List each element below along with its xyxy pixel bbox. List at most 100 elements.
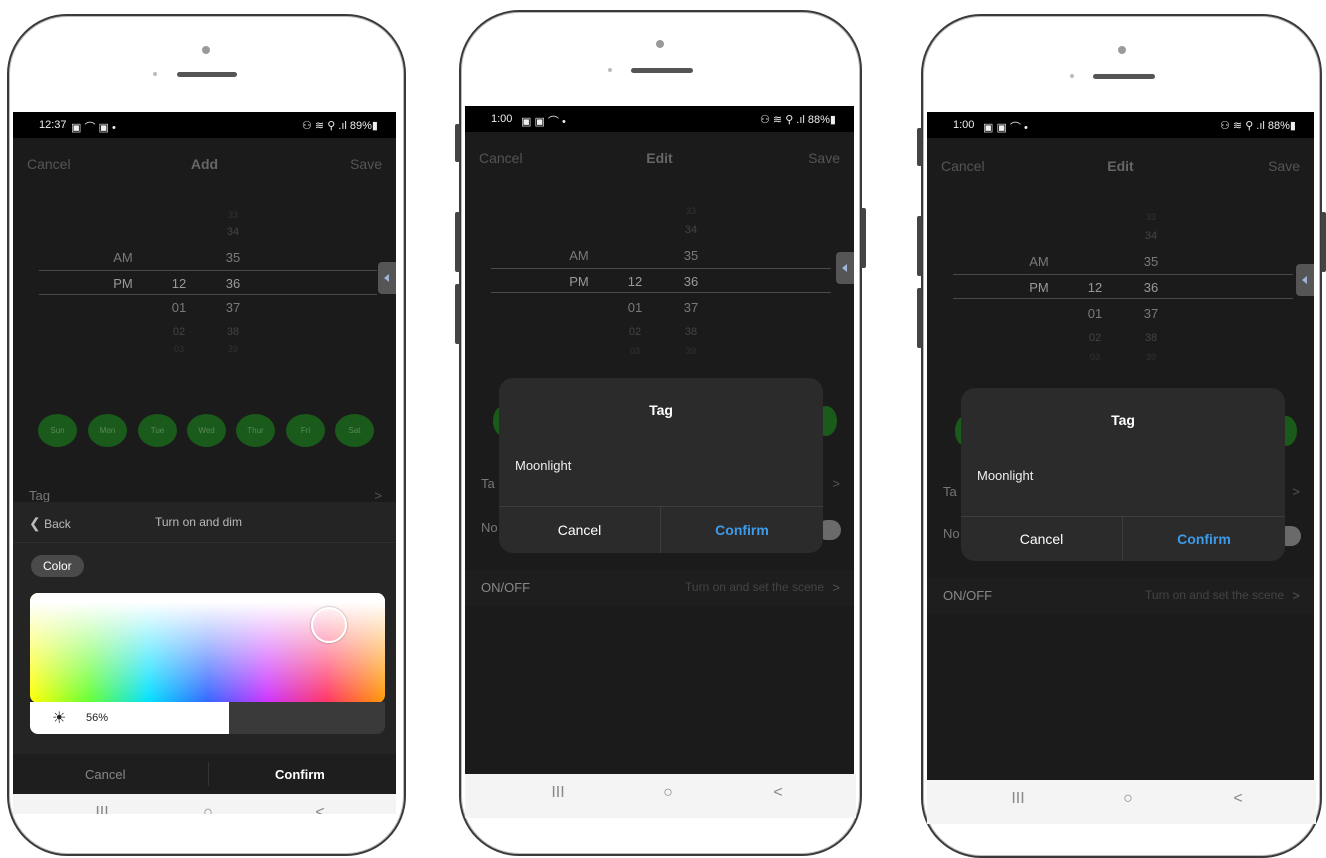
dialog-cancel-button[interactable]: Cancel: [961, 531, 1122, 547]
hour-option[interactable]: 01: [1075, 306, 1115, 321]
sensor-dot: [1070, 74, 1074, 78]
notification-label: No: [943, 526, 960, 541]
minute-option[interactable]: 37: [1131, 306, 1171, 321]
back-nav-button[interactable]: <: [305, 804, 335, 814]
picker-selection-top: [39, 270, 377, 271]
back-button[interactable]: ❮ Back: [29, 515, 71, 532]
sheet-confirm-button[interactable]: Confirm: [275, 767, 325, 782]
minute-option[interactable]: 36: [213, 276, 253, 291]
tag-value[interactable]: Moonlight: [977, 468, 1033, 483]
save-button[interactable]: Save: [808, 150, 840, 166]
chevron-right-icon: >: [832, 476, 840, 491]
minute-option[interactable]: 36: [1131, 280, 1171, 295]
onoff-value: Turn on and set the scene: [685, 580, 824, 594]
period-option-am[interactable]: AM: [559, 248, 599, 263]
side-button: [455, 124, 460, 162]
home-button[interactable]: ○: [653, 784, 683, 802]
tag-label: Ta: [481, 476, 495, 491]
color-palette[interactable]: [30, 593, 385, 703]
hour-option[interactable]: 02: [1075, 332, 1115, 344]
minute-option[interactable]: 39: [671, 346, 711, 356]
period-option-pm[interactable]: PM: [103, 276, 143, 291]
minute-option[interactable]: 35: [1131, 254, 1171, 269]
minute-option[interactable]: 35: [213, 250, 253, 265]
side-button: [917, 288, 922, 348]
minute-option[interactable]: 37: [213, 300, 253, 315]
save-button[interactable]: Save: [350, 156, 382, 172]
minute-option[interactable]: 38: [213, 326, 253, 338]
dialog-cancel-button[interactable]: Cancel: [499, 522, 660, 538]
side-button: [455, 284, 460, 344]
day-mon[interactable]: Mon: [88, 414, 127, 447]
earpiece-speaker: [631, 68, 693, 73]
hour-option[interactable]: 01: [159, 300, 199, 315]
dialog-confirm-button[interactable]: Confirm: [1123, 531, 1285, 547]
period-option-am[interactable]: AM: [1019, 254, 1059, 269]
minute-option[interactable]: 34: [671, 224, 711, 236]
sheet-footer: Cancel Confirm: [13, 754, 396, 794]
onoff-row[interactable]: ON/OFF Turn on and set the scene >: [465, 570, 854, 606]
hour-option[interactable]: 01: [615, 300, 655, 315]
status-left-icons: ▣ ⌒ ▣ •: [71, 122, 116, 134]
day-fri[interactable]: Fri: [286, 414, 325, 447]
period-option-am[interactable]: AM: [103, 250, 143, 265]
dialog-divider: [961, 516, 1285, 517]
minute-option[interactable]: 34: [1131, 230, 1171, 242]
day-sat[interactable]: Sat: [335, 414, 374, 447]
tag-value[interactable]: Moonlight: [515, 458, 571, 473]
day-tue[interactable]: Tue: [138, 414, 177, 447]
tag-dialog: Tag Moonlight Cancel Confirm: [961, 388, 1285, 561]
day-wed[interactable]: Wed: [187, 414, 226, 447]
hour-option[interactable]: 03: [1075, 352, 1115, 362]
onoff-row[interactable]: ON/OFF Turn on and set the scene >: [927, 578, 1314, 614]
screen: 1:00 ▣ ▣ ⌒ • ⚇ ≋ ⚲ .ıl 88%▮ Cancel Edit …: [927, 112, 1314, 782]
minute-option[interactable]: 37: [671, 300, 711, 315]
home-button[interactable]: ○: [1113, 790, 1143, 808]
hour-option[interactable]: 03: [615, 346, 655, 356]
status-bar: 1:00 ▣ ▣ ⌒ • ⚇ ≋ ⚲ .ıl 88%▮: [927, 112, 1314, 138]
side-panel-handle[interactable]: [378, 262, 396, 294]
minute-option[interactable]: 35: [671, 248, 711, 263]
recent-apps-button[interactable]: III: [1003, 790, 1033, 808]
back-nav-button[interactable]: <: [1223, 790, 1253, 808]
save-button[interactable]: Save: [1268, 158, 1300, 174]
period-option-pm[interactable]: PM: [1019, 280, 1059, 295]
picker-selection-top: [491, 268, 831, 269]
hour-option[interactable]: 12: [1075, 280, 1115, 295]
recent-apps-button[interactable]: III: [87, 804, 117, 814]
back-nav-button[interactable]: <: [763, 784, 793, 802]
dialog-confirm-button[interactable]: Confirm: [661, 522, 823, 538]
minute-option[interactable]: 38: [671, 326, 711, 338]
page-title: Add: [190, 156, 219, 172]
hour-option[interactable]: 03: [159, 344, 199, 354]
minute-option[interactable]: 38: [1131, 332, 1171, 344]
period-option-pm[interactable]: PM: [559, 274, 599, 289]
minute-option[interactable]: 34: [213, 226, 253, 238]
dialog-divider: [499, 506, 823, 507]
sheet-cancel-button[interactable]: Cancel: [85, 767, 125, 782]
minute-option[interactable]: 33: [1131, 212, 1171, 222]
side-panel-handle[interactable]: [836, 252, 854, 284]
back-label: Back: [44, 517, 71, 531]
recent-apps-button[interactable]: III: [543, 784, 573, 802]
hour-option[interactable]: 12: [159, 276, 199, 291]
side-panel-handle[interactable]: [1296, 264, 1314, 296]
hour-option[interactable]: 02: [159, 326, 199, 338]
minute-option[interactable]: 39: [1131, 352, 1171, 362]
status-left-icons: ▣ ▣ ⌒ •: [521, 116, 566, 128]
status-time: 1:00: [953, 119, 975, 131]
hour-option[interactable]: 02: [615, 326, 655, 338]
minute-option[interactable]: 39: [213, 344, 253, 354]
color-tab[interactable]: Color: [31, 555, 84, 577]
day-thur[interactable]: Thur: [236, 414, 275, 447]
status-right-icons: ⚇ ≋ ⚲ .ıl 88%▮: [1220, 120, 1296, 132]
brightness-slider[interactable]: ☀ 56%: [30, 702, 385, 734]
color-selector-ring[interactable]: [311, 607, 347, 643]
minute-option[interactable]: 36: [671, 274, 711, 289]
hour-option[interactable]: 12: [615, 274, 655, 289]
status-time: 12:37: [39, 119, 67, 131]
minute-option[interactable]: 33: [213, 210, 253, 220]
day-sun[interactable]: Sun: [38, 414, 77, 447]
home-button[interactable]: ○: [193, 804, 223, 814]
minute-option[interactable]: 33: [671, 206, 711, 216]
